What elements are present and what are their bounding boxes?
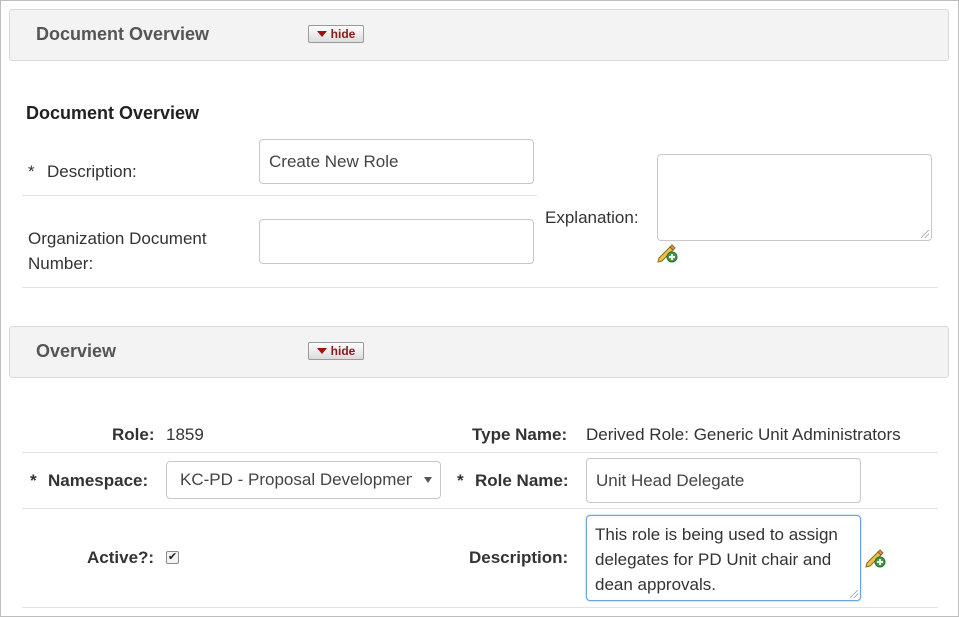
divider <box>22 508 938 509</box>
divider <box>22 452 938 453</box>
hide-document-overview-button[interactable]: hide <box>308 25 364 43</box>
role-name-required-marker: * <box>457 471 464 490</box>
resize-handle[interactable] <box>921 230 929 238</box>
document-overview-section-header: Document Overview hide <box>9 9 949 61</box>
role-name-label: Role Name: <box>475 471 569 490</box>
pencil-add-icon[interactable] <box>657 243 679 263</box>
active-label: Active?: <box>87 548 155 567</box>
caret-down-icon <box>316 31 327 37</box>
divider <box>22 607 938 608</box>
type-name-value: Derived Role: Generic Unit Administrator… <box>586 425 901 444</box>
divider <box>22 287 938 288</box>
namespace-select[interactable]: KC-PD - Proposal Development <box>166 461 441 499</box>
active-checkbox[interactable]: ✔ <box>166 551 179 564</box>
description-input[interactable]: Create New Role <box>259 139 534 184</box>
description-required-marker: * <box>28 162 35 181</box>
namespace-label: Namespace: <box>48 471 149 490</box>
role-label: Role: <box>112 425 155 444</box>
namespace-selected-value: KC-PD - Proposal Development <box>180 470 412 489</box>
hide-overview-button[interactable]: hide <box>308 342 364 360</box>
role-description-textarea[interactable]: This role is being used to assign delega… <box>586 515 861 601</box>
hide-label: hide <box>330 344 356 358</box>
divider <box>22 195 537 196</box>
resize-handle[interactable] <box>850 590 858 598</box>
overview-section-header: Overview hide <box>9 326 949 378</box>
type-name-label: Type Name: <box>472 425 568 444</box>
role-value: 1859 <box>166 425 204 444</box>
section-title: Document Overview <box>36 24 210 44</box>
organization-document-number-label: Organization Document Number: <box>28 229 207 273</box>
namespace-required-marker: * <box>30 471 37 490</box>
document-overview-subheading: Document Overview <box>26 103 200 123</box>
explanation-textarea[interactable] <box>657 154 932 241</box>
description-label: Description: <box>469 548 569 567</box>
hide-label: hide <box>330 27 356 41</box>
role-name-input[interactable]: Unit Head Delegate <box>586 458 861 503</box>
explanation-label: Explanation: <box>545 208 639 227</box>
section-title: Overview <box>36 341 117 361</box>
description-label: Description: <box>47 162 137 181</box>
organization-document-number-input[interactable] <box>259 219 534 264</box>
caret-down-icon <box>316 348 327 354</box>
pencil-add-icon[interactable] <box>865 548 887 568</box>
role-description-text: This role is being used to assign delega… <box>595 525 838 594</box>
chevron-down-icon <box>424 477 432 483</box>
